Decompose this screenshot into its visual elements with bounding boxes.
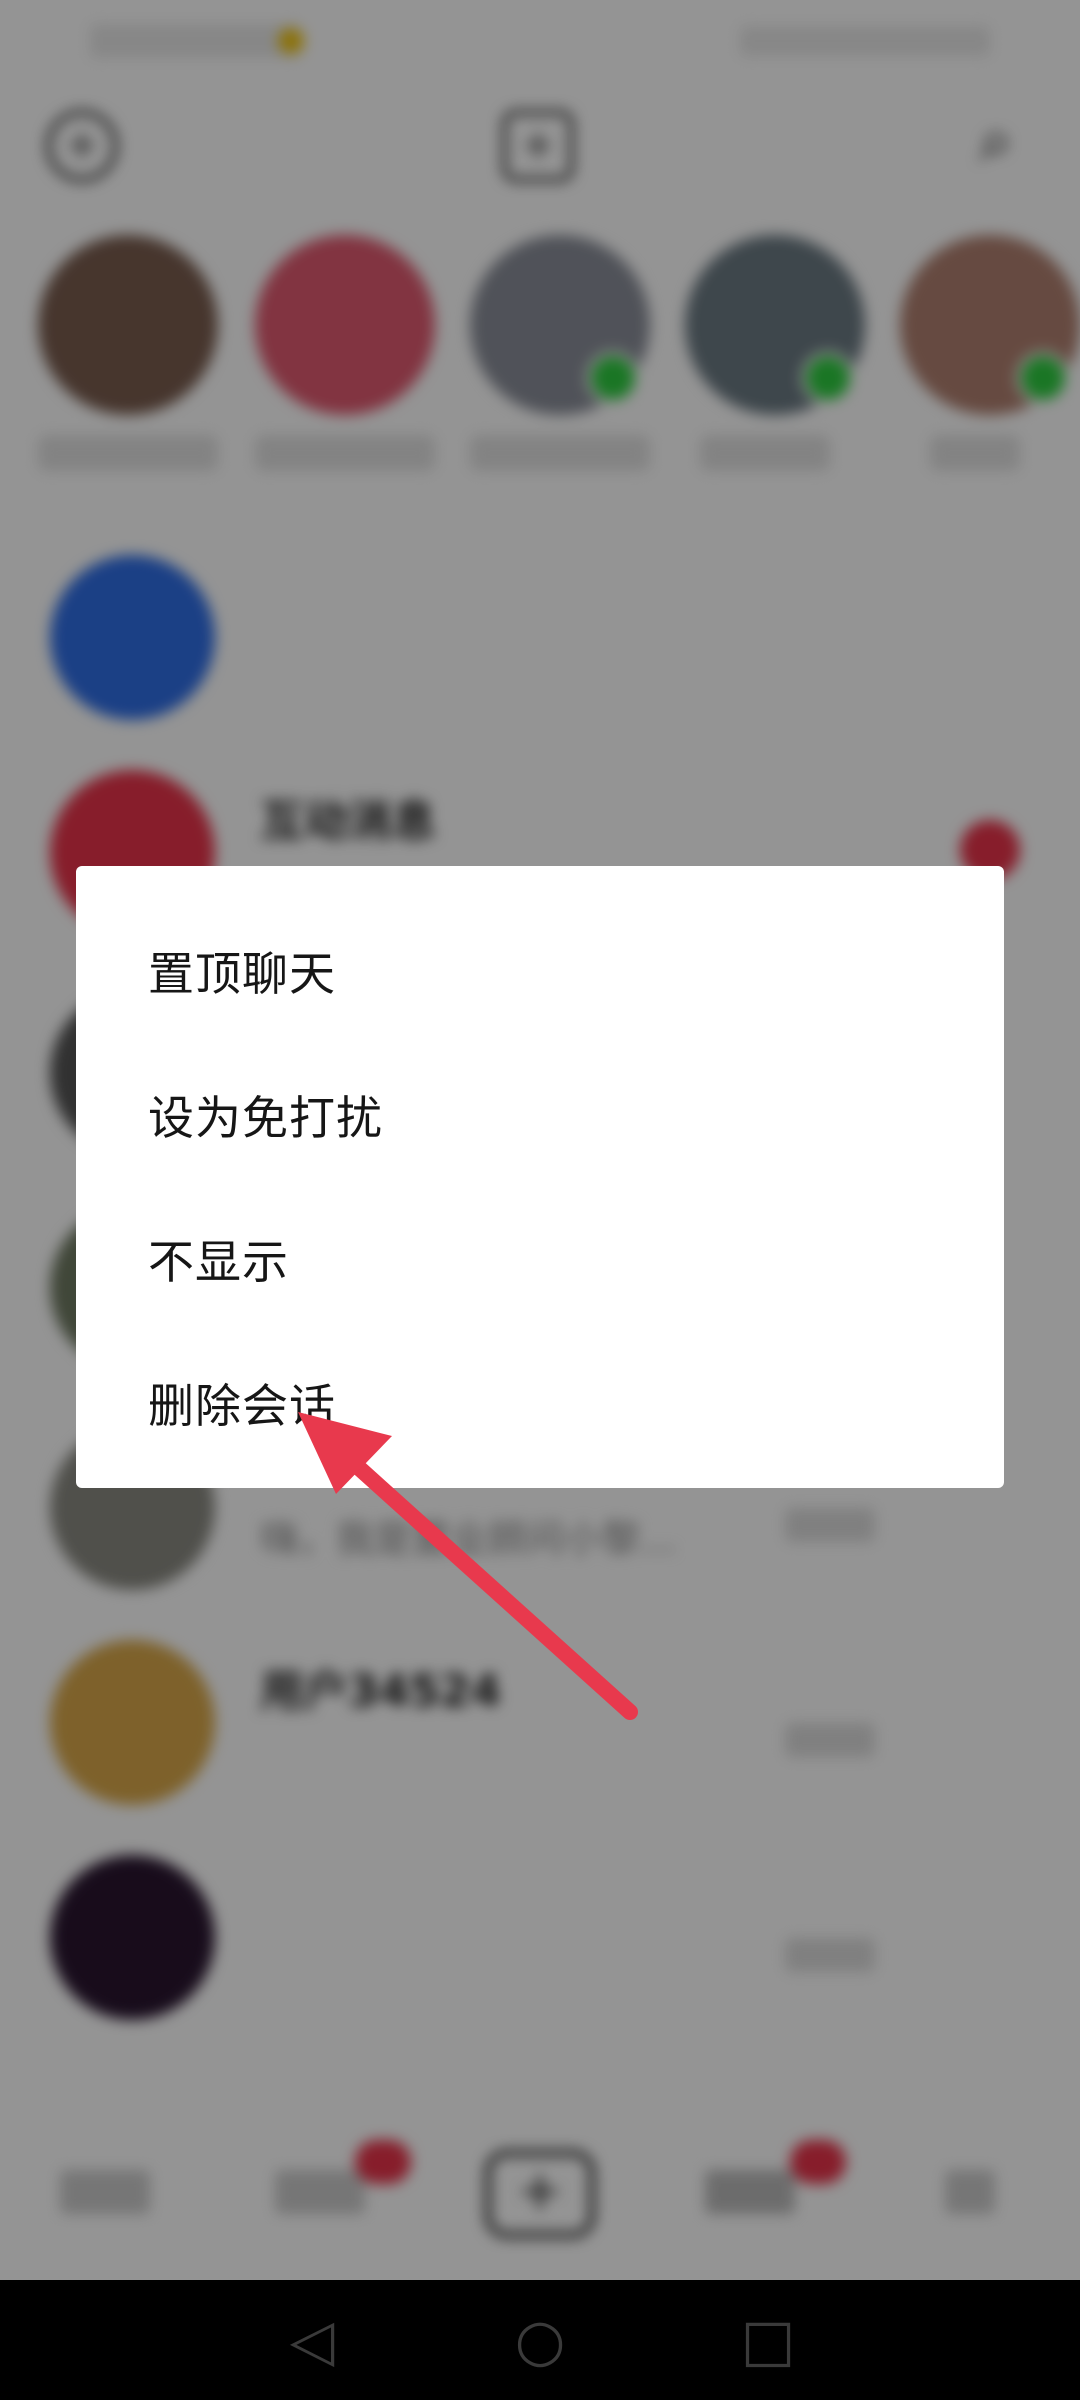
recents-icon[interactable]: □	[736, 2308, 800, 2372]
system-nav-bar: ◁ ○ □	[0, 2280, 1080, 2400]
arrow-shaft	[320, 1432, 638, 1720]
home-icon[interactable]: ○	[508, 2308, 572, 2372]
annotation-arrow	[298, 1412, 638, 1720]
screen: + + ⌕ 互动消息 嗨，我是置业顾问小黎... 用户34524 + 置顶聊天 …	[0, 0, 1080, 2400]
back-icon[interactable]: ◁	[280, 2308, 344, 2372]
